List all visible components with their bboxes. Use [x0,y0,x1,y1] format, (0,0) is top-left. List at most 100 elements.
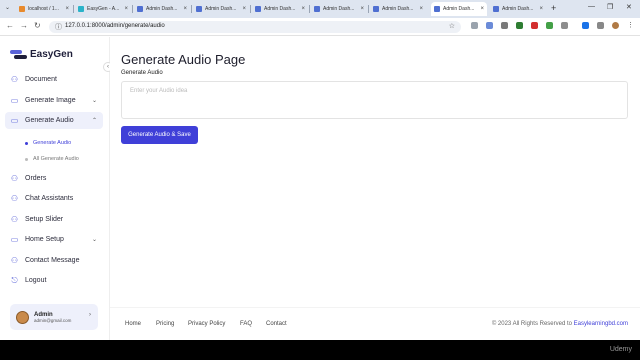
sidebar-item-chat-assistants[interactable]: ⚇ Chat Assistants [5,190,103,207]
logo-mark-icon [10,49,27,60]
sidebar-item-document[interactable]: ⚇ Document [5,71,103,88]
user-icon: ⚇ [10,215,19,224]
close-icon[interactable]: × [124,6,128,12]
sidebar-subitem-label: Generate Audio [33,140,72,146]
sidebar-item-orders[interactable]: ⚇ Orders [5,170,103,187]
footer-link-privacy-policy[interactable]: Privacy Policy [188,321,225,327]
sidebar-item-label: Document [25,76,57,83]
copyright-brand-link[interactable]: Easylearningbd.com [574,321,628,327]
sidebar-item-label: Chat Assistants [25,195,74,202]
extension-red-icon[interactable] [531,22,538,29]
user-icon: ⚇ [10,194,19,203]
sidebar-item-label: Orders [25,175,47,182]
close-icon[interactable]: × [301,6,305,12]
sidebar-subitem-all-generate-audio[interactable]: All Generate Audio [25,156,79,162]
tab-title: Admin Dash... [264,6,296,12]
puzzle-icon[interactable] [561,22,568,29]
chevron-up-icon: ⌃ [91,118,97,124]
browser-tab[interactable]: Admin Dash... × [490,2,546,16]
profile-avatar-icon[interactable] [612,22,619,29]
translate-icon[interactable] [486,22,493,29]
sidebar-item-logout[interactable]: ⎋ Logout [5,272,103,289]
menu-dots-icon[interactable]: ⋮ [627,22,634,29]
tab-favicon [137,6,143,12]
close-icon[interactable]: × [539,6,543,12]
back-icon[interactable]: ← [6,21,14,30]
close-icon[interactable]: × [360,6,364,12]
minimize-icon[interactable]: — [588,3,595,10]
forward-icon[interactable]: → [20,21,28,30]
brand-logo[interactable]: EasyGen [10,49,73,60]
tab-favicon [78,6,84,12]
footer-link-faq[interactable]: FAQ [240,321,252,327]
close-icon[interactable]: × [480,6,484,12]
browser-tab-active[interactable]: Admin Dash... × [431,2,487,16]
footer-link-home[interactable]: Home [125,321,141,327]
browser-tab[interactable]: localhost / 1... × [16,2,72,16]
browser-tab[interactable]: Admin Dash... × [311,2,367,16]
sidebar-subitem-label: All Generate Audio [33,156,79,162]
sidebar-item-contact-message[interactable]: ⚇ Contact Message [5,252,103,269]
sidebar-item-generate-image[interactable]: ▭ Generate Image ⌄ [5,92,103,109]
page-title: Generate Audio Page [121,52,246,67]
user-icon: ⚇ [10,174,19,183]
close-window-icon[interactable]: ✕ [626,3,632,11]
extension-green-icon[interactable] [546,22,553,29]
tab-title: localhost / 1... [28,6,59,12]
camera-icon[interactable] [471,22,478,29]
tab-title: Admin Dash... [502,6,534,12]
browser-tab[interactable]: Admin Dash... × [370,2,426,16]
profile-card[interactable]: Admin admin@gmail.com › [10,304,98,330]
browser-toolbar: ← → ↻ ⓘ 127.0.0.1:8000/admin/generate/au… [0,18,640,36]
reload-icon[interactable]: ↻ [34,21,41,30]
footer-link-pricing[interactable]: Pricing [156,321,174,327]
footer: Home Pricing Privacy Policy FAQ Contact … [110,307,640,340]
site-info-icon[interactable]: ⓘ [55,22,62,32]
sidebar-item-label: Contact Message [25,257,80,264]
close-icon[interactable]: × [242,6,246,12]
tab-favicon [314,6,320,12]
bookmark-star-icon[interactable]: ☆ [449,22,455,30]
browser-tab[interactable]: Admin Dash... × [134,2,190,16]
shield-icon[interactable] [516,22,523,29]
sidebar-item-generate-audio[interactable]: ▭ Generate Audio ⌃ [5,112,103,129]
new-tab-icon[interactable]: + [551,3,556,13]
bullet-icon [25,157,28,161]
tab-favicon [196,6,202,12]
tab-favicon [255,6,261,12]
download-icon[interactable] [582,22,589,29]
browser-tab[interactable]: EasyGen - A... × [75,2,131,16]
maximize-icon[interactable]: ❐ [607,3,613,11]
folder-icon: ▭ [10,96,19,105]
sidebar-item-home-setup[interactable]: ▭ Home Setup ⌄ [5,231,103,248]
tab-favicon [19,6,25,12]
tab-search-icon[interactable]: ⌄ [5,4,10,11]
close-icon[interactable]: × [65,6,69,12]
close-icon[interactable]: × [183,6,187,12]
screen: ⌄ localhost / 1... × EasyGen - A... × Admi… [0,0,640,340]
sidebar-subitem-generate-audio[interactable]: Generate Audio [25,140,71,146]
extension-icon[interactable] [501,22,508,29]
tab-favicon [373,6,379,12]
tab-title: EasyGen - A... [87,6,120,12]
address-bar[interactable]: ⓘ 127.0.0.1:8000/admin/generate/audio ☆ [49,21,461,33]
sidepanel-icon[interactable] [597,22,604,29]
main-content: Generate Audio Page Generate Audio Gener… [110,37,640,340]
audio-idea-input[interactable] [121,81,628,119]
footer-link-contact[interactable]: Contact [266,321,287,327]
user-icon: ⚇ [10,256,19,265]
browser-tab[interactable]: Admin Dash... × [193,2,249,16]
browser-tab[interactable]: Admin Dash... × [252,2,308,16]
logout-icon: ⎋ [11,276,18,285]
sidebar-item-label: Generate Audio [25,117,74,124]
generate-audio-save-button[interactable]: Generate Audio & Save [121,126,198,144]
brand-name: EasyGen [30,49,73,60]
sidebar-item-label: Setup Slider [25,216,64,223]
tab-title: Admin Dash... [382,6,414,12]
folder-icon: ▭ [10,116,19,125]
copyright: © 2023 All Rights Reserved to Easylearni… [492,321,628,327]
close-icon[interactable]: × [419,6,423,12]
browser-tab-strip: ⌄ localhost / 1... × EasyGen - A... × Admi… [0,0,640,18]
sidebar-item-label: Generate Image [25,97,76,104]
sidebar-item-setup-slider[interactable]: ⚇ Setup Slider [5,211,103,228]
